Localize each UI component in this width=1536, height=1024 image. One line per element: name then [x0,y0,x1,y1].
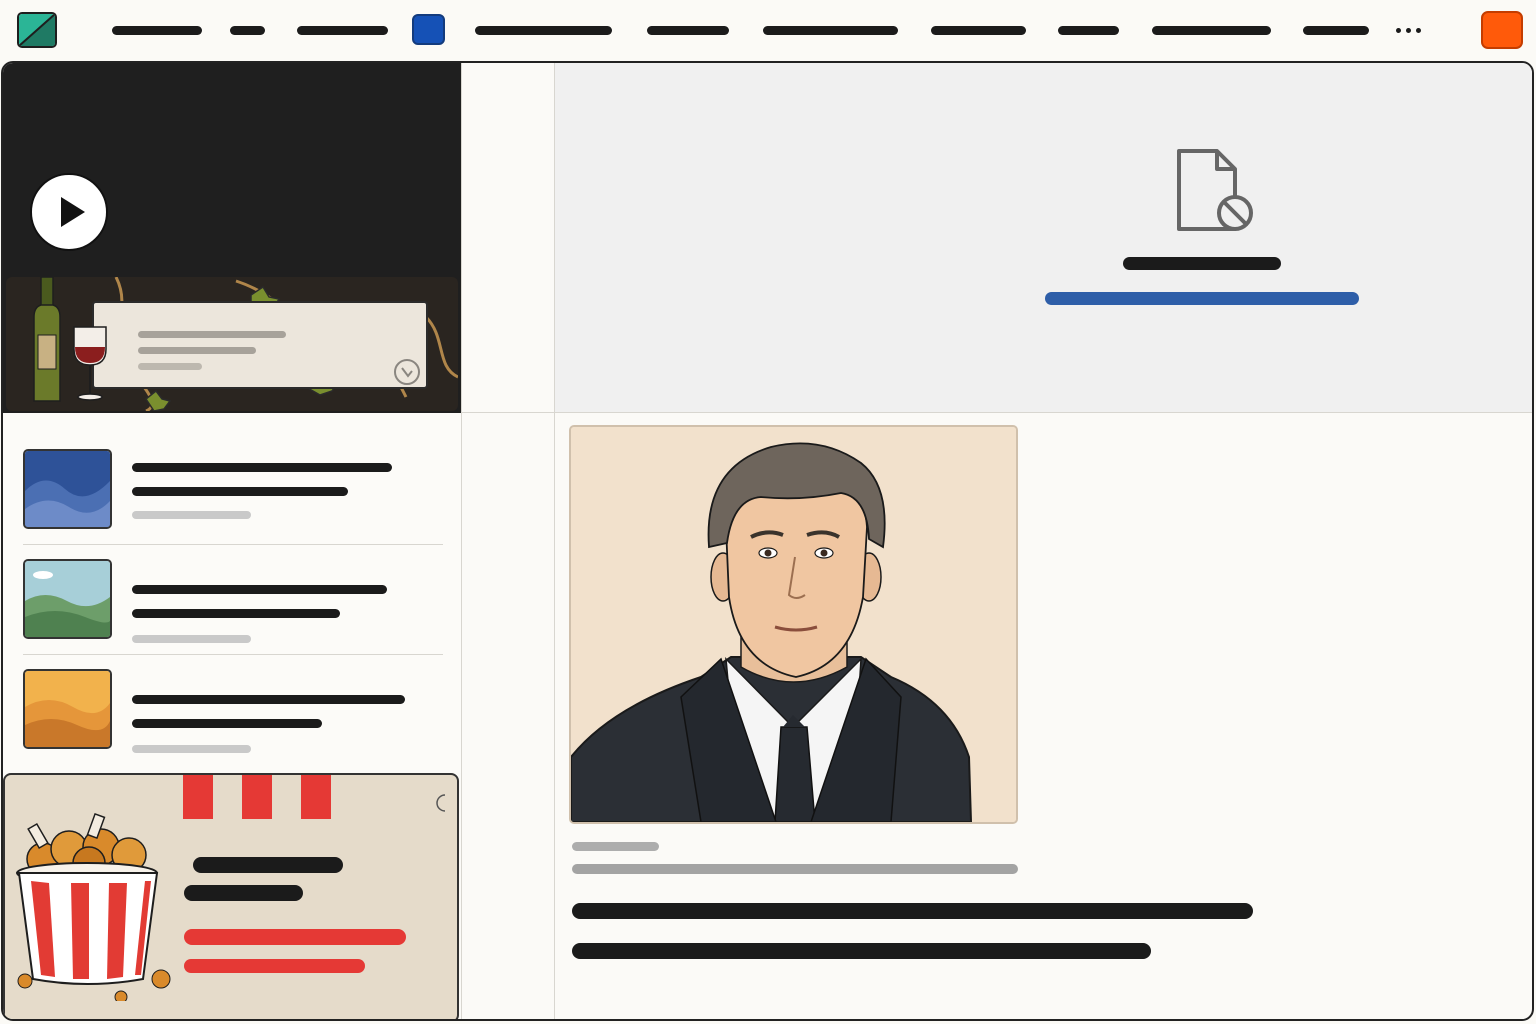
site-logo-icon[interactable] [17,12,57,48]
list-item[interactable] [3,655,461,773]
wine-bottle-glass-icon [33,277,107,402]
article-meta [132,511,251,519]
ad-stripe [301,775,331,819]
nav-link-8[interactable] [1058,26,1119,35]
ad-subline [184,885,303,901]
article-title[interactable] [132,585,387,594]
retry-link[interactable] [1045,292,1359,305]
fried-chicken-bucket-icon [16,812,171,1001]
file-blocked-icon [1177,149,1253,231]
ad-cta[interactable] [184,929,406,945]
nav-link-10[interactable] [1303,26,1369,35]
article-meta [132,635,251,643]
media-unavailable-panel [555,63,1532,412]
content-frame [1,61,1534,1021]
ad-card [92,301,428,389]
action-button[interactable] [1481,11,1523,49]
nav-link-1[interactable] [112,26,202,35]
ad-stripe [242,775,272,819]
nav-link-9[interactable] [1152,26,1271,35]
article-title[interactable] [132,695,405,704]
article-headline-line-2[interactable] [572,943,1151,959]
error-message [1123,257,1281,270]
orange-dunes-thumbnail [23,669,112,749]
article-title[interactable] [132,463,392,472]
row-divider [461,412,1532,413]
photo-credit [572,864,1018,874]
ad-headline [138,331,286,338]
nav-link-4[interactable] [475,26,612,35]
food-ad-banner[interactable] [3,773,459,1019]
nav-link-5[interactable] [647,26,729,35]
list-item[interactable] [3,545,461,655]
more-horizontal-icon[interactable] [1394,16,1424,40]
article-title-line-2[interactable] [132,609,340,618]
play-icon[interactable] [30,173,108,251]
nav-link-7[interactable] [931,26,1026,35]
man-in-suit-portrait[interactable] [569,425,1018,824]
column-divider [461,63,462,1019]
ad-cta-secondary[interactable] [184,959,365,973]
article-title-line-2[interactable] [132,719,322,728]
article-list [3,413,461,773]
ad-subline [138,347,256,354]
landscape-thumbnail [23,559,112,639]
ad-headline [193,857,343,873]
nav-link-2[interactable] [230,26,265,35]
article-headline[interactable] [572,903,1253,919]
adchoices-icon[interactable] [392,357,422,387]
blue-waves-thumbnail [23,449,112,529]
article-title-line-2[interactable] [132,487,348,496]
ad-tagline [138,363,202,370]
refresh-icon[interactable] [431,791,451,815]
ad-stripe [183,775,213,819]
photo-meta [572,842,659,851]
list-item[interactable] [3,413,461,545]
article-meta [132,745,251,753]
nav-link-3[interactable] [297,26,388,35]
nav-highlight-tile[interactable] [412,14,445,45]
wine-ad-banner[interactable] [6,277,458,411]
nav-link-6[interactable] [763,26,898,35]
top-navigation [0,0,1536,60]
